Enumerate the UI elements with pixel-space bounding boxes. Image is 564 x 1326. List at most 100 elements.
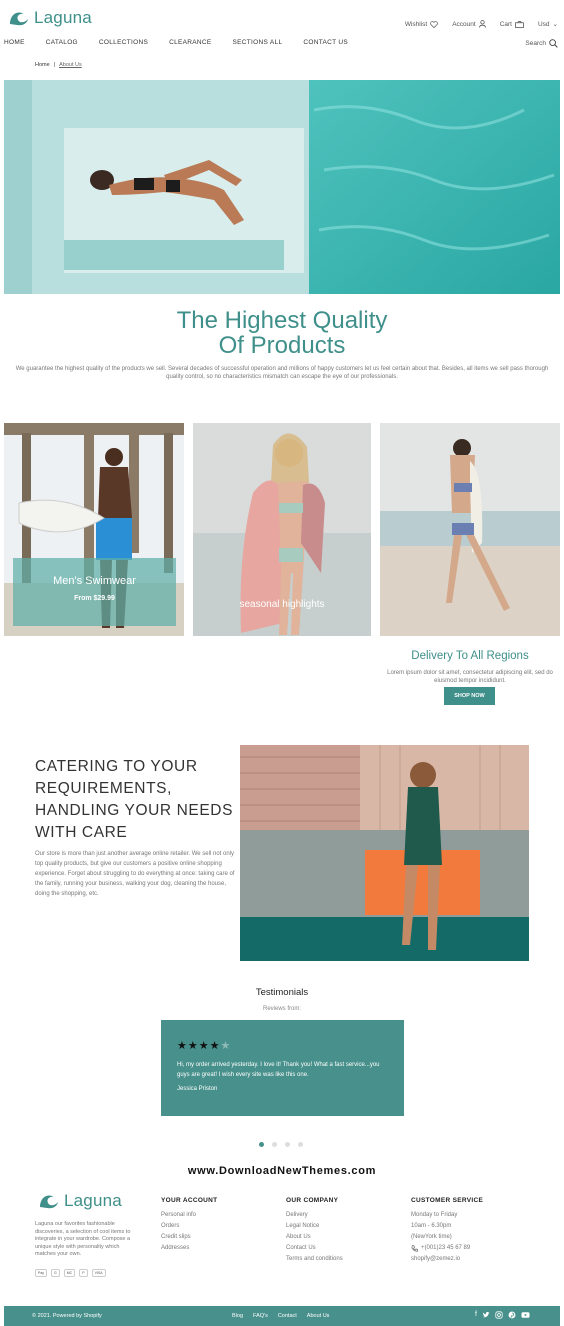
breadcrumb-home[interactable]: Home bbox=[35, 62, 50, 68]
apple-pay-icon: Pay bbox=[35, 1269, 48, 1277]
nav-contact-us[interactable]: CONTACT US bbox=[303, 39, 348, 46]
mastercard-icon: MC bbox=[63, 1269, 76, 1277]
rating-stars: ★★★★★ bbox=[177, 1039, 231, 1052]
breadcrumb-separator: | bbox=[53, 62, 56, 68]
carousel-dot[interactable] bbox=[298, 1142, 303, 1147]
pinterest-icon[interactable] bbox=[508, 1311, 516, 1319]
shop-now-button[interactable]: SHOP NOW bbox=[444, 687, 495, 705]
account-link[interactable]: Account bbox=[452, 20, 486, 28]
seasonal-title[interactable]: seasonal highlights bbox=[193, 599, 371, 610]
footer-col-title: CUSTOMER SERVICE bbox=[411, 1197, 484, 1204]
visa-icon: VISA bbox=[91, 1269, 106, 1277]
delivery-title: Delivery To All Regions bbox=[411, 650, 529, 662]
card-overlay bbox=[13, 558, 176, 626]
delivery-text: Lorem ipsum dolor sit amet, consectetur … bbox=[387, 670, 553, 684]
copyright: © 2021. Powered by Shopify bbox=[32, 1313, 102, 1319]
footer-link-contact[interactable]: Contact bbox=[278, 1313, 297, 1319]
cart-label: Cart bbox=[499, 20, 512, 28]
wave-icon bbox=[40, 1195, 58, 1209]
hero-image bbox=[4, 80, 560, 294]
testimonial-author: Jessica Priston bbox=[177, 1086, 218, 1092]
nav-sections-all[interactable]: SECTIONS ALL bbox=[233, 39, 283, 46]
footer-link-faqs[interactable]: FAQ's bbox=[253, 1313, 268, 1319]
social-icons: f bbox=[475, 1311, 530, 1319]
footer-logo[interactable]: Laguna bbox=[38, 1191, 122, 1211]
footer-bar-links: Blog FAQ's Contact About Us bbox=[232, 1313, 329, 1319]
search-button[interactable]: Search bbox=[525, 39, 558, 48]
catering-text: Our store is more than just another aver… bbox=[35, 851, 235, 897]
intro-text: We guarantee the highest quality of the … bbox=[15, 366, 549, 380]
testimonial-quote: Hi, my order arrived yesterday. I love i… bbox=[177, 1062, 380, 1078]
wishlist-label: Wishlist bbox=[404, 20, 428, 28]
paypal-icon: P bbox=[79, 1269, 88, 1277]
logo[interactable]: Laguna bbox=[8, 8, 92, 28]
star-icon: ★ bbox=[209, 1040, 221, 1052]
nav-catalog[interactable]: CATALOG bbox=[46, 39, 78, 46]
service-hours: Monday to Friday bbox=[411, 1212, 458, 1218]
currency-select[interactable]: Usd ⌄ bbox=[537, 20, 558, 29]
footer-link[interactable]: About Us bbox=[286, 1234, 343, 1241]
phone-icon bbox=[411, 1245, 418, 1252]
footer-link[interactable]: Orders bbox=[161, 1223, 217, 1230]
currency-label: Usd bbox=[537, 20, 550, 28]
nav-home[interactable]: HOME bbox=[4, 39, 25, 46]
page-title-line1: The Highest Quality bbox=[176, 307, 388, 334]
carousel-dot[interactable] bbox=[272, 1142, 277, 1147]
testimonials-subtitle: Reviews from: bbox=[262, 1006, 301, 1012]
carousel-dot[interactable] bbox=[285, 1142, 290, 1147]
footer-link[interactable]: Addresses bbox=[161, 1245, 217, 1252]
nav-clearance[interactable]: CLEARANCE bbox=[169, 39, 211, 46]
google-pay-icon: G bbox=[51, 1269, 60, 1277]
delivery-image bbox=[380, 423, 560, 636]
payment-icons: Pay G MC P VISA bbox=[35, 1269, 106, 1277]
search-label: Search bbox=[525, 40, 546, 47]
footer-col-company: OUR COMPANY Delivery Legal Notice About … bbox=[286, 1197, 343, 1267]
footer-col-title: OUR COMPANY bbox=[286, 1197, 339, 1204]
instagram-icon[interactable] bbox=[495, 1311, 503, 1319]
youtube-icon[interactable] bbox=[521, 1311, 530, 1319]
footer-link[interactable]: Credit slips bbox=[161, 1234, 217, 1241]
service-email[interactable]: shopify@zemez.io bbox=[411, 1256, 483, 1263]
footer-link[interactable]: Legal Notice bbox=[286, 1223, 343, 1230]
service-phone[interactable]: +(001)23 45 67 89 bbox=[411, 1245, 483, 1252]
footer-link-about[interactable]: About Us bbox=[307, 1313, 330, 1319]
footer-link[interactable]: Terms and conditions bbox=[286, 1256, 343, 1263]
footer-logo-text: Laguna bbox=[64, 1191, 122, 1210]
footer-col-service: CUSTOMER SERVICE Monday to Friday 10am -… bbox=[411, 1197, 483, 1267]
user-icon bbox=[478, 20, 486, 28]
star-icon: ★ bbox=[187, 1040, 199, 1052]
footer-link-blog[interactable]: Blog bbox=[232, 1313, 243, 1319]
carousel-dots bbox=[259, 1142, 303, 1147]
facebook-icon[interactable]: f bbox=[475, 1311, 477, 1319]
footer-link[interactable]: Personal info bbox=[161, 1212, 217, 1219]
card-delivery[interactable] bbox=[380, 423, 560, 636]
footer-col-account: YOUR ACCOUNT Personal info Orders Credit… bbox=[161, 1197, 217, 1256]
heart-icon bbox=[430, 20, 438, 28]
twitter-icon[interactable] bbox=[482, 1311, 490, 1319]
page-title: The Highest Quality Of Products bbox=[0, 308, 564, 358]
catering-heading: CATERING TO YOUR REQUIREMENTS, HANDLING … bbox=[35, 758, 234, 841]
footer-about: Laguna our favorites fashionable discove… bbox=[35, 1221, 131, 1257]
footer-link[interactable]: Delivery bbox=[286, 1212, 343, 1219]
nav-collections[interactable]: COLLECTIONS bbox=[99, 39, 148, 46]
account-label: Account bbox=[452, 20, 476, 28]
cart-link[interactable]: Cart bbox=[500, 21, 524, 28]
search-icon bbox=[549, 39, 558, 48]
card-title[interactable]: Men's Swimwear bbox=[13, 575, 176, 587]
wishlist-link[interactable]: Wishlist bbox=[405, 21, 438, 28]
footer-link[interactable]: Contact Us bbox=[286, 1245, 343, 1252]
catering-image bbox=[240, 745, 529, 961]
star-icon: ★ bbox=[177, 1040, 188, 1052]
phone-number: +(001)23 45 67 89 bbox=[421, 1245, 471, 1251]
card-price: From $29.99 bbox=[74, 595, 115, 602]
page-title-line2: Of Products bbox=[218, 332, 346, 359]
main-nav: HOME CATALOG COLLECTIONS CLEARANCE SECTI… bbox=[4, 39, 348, 46]
footer-col-title: YOUR ACCOUNT bbox=[161, 1197, 218, 1204]
carousel-dot[interactable] bbox=[259, 1142, 264, 1147]
logo-text: Laguna bbox=[34, 8, 92, 27]
wave-icon bbox=[10, 12, 28, 26]
cart-icon bbox=[515, 20, 524, 28]
breadcrumb-current: About Us bbox=[59, 62, 82, 68]
chevron-down-icon: ⌄ bbox=[552, 21, 558, 28]
star-empty-icon: ★ bbox=[220, 1040, 232, 1052]
